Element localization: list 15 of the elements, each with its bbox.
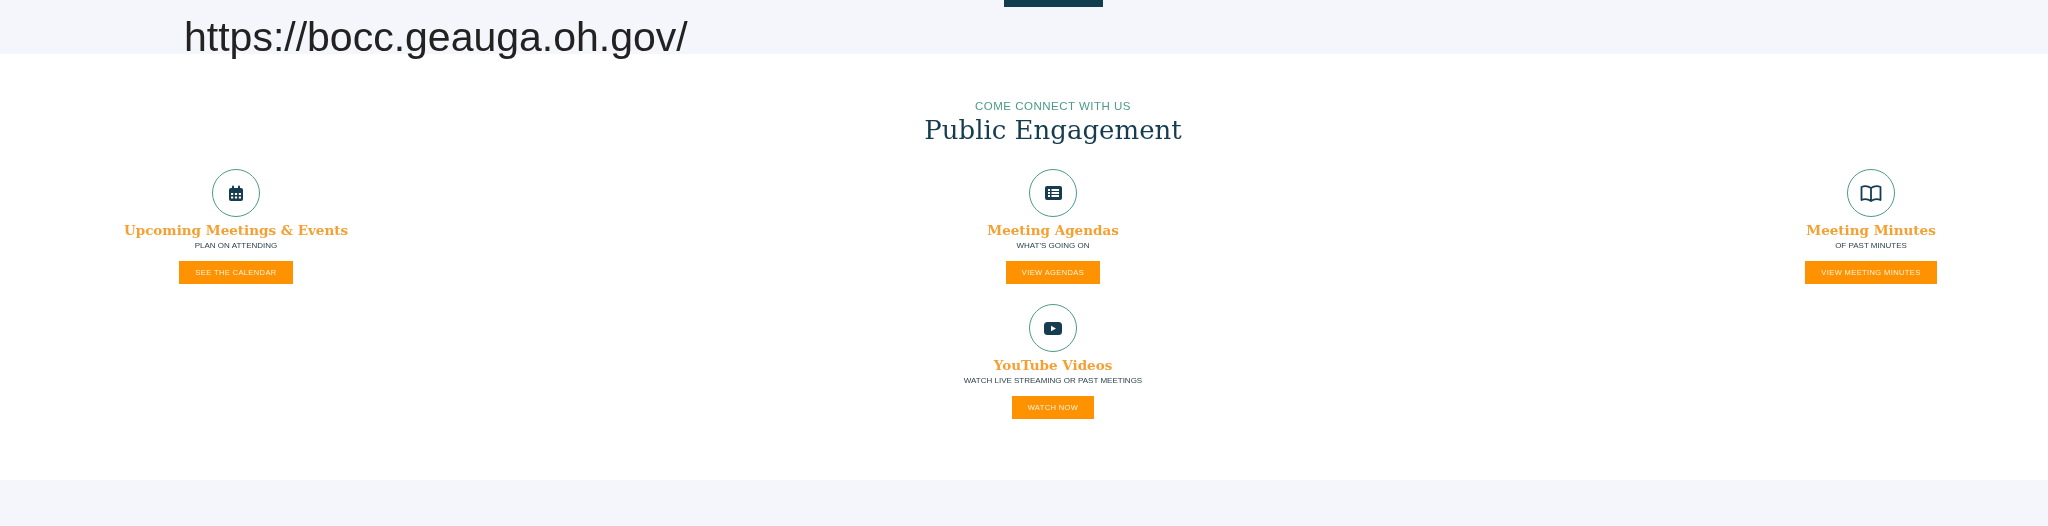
card-title: Meeting Agendas bbox=[987, 222, 1119, 238]
video-play-icon bbox=[1044, 321, 1062, 335]
calendar-icon bbox=[228, 184, 244, 202]
card-subtitle: PLAN ON ATTENDING bbox=[194, 241, 278, 250]
section-eyebrow: COME CONNECT WITH US bbox=[973, 100, 1133, 112]
book-icon bbox=[1860, 184, 1882, 202]
list-icon bbox=[1044, 186, 1062, 200]
card-title: Upcoming Meetings & Events bbox=[123, 222, 349, 238]
card-subtitle: WHAT'S GOING ON bbox=[1016, 241, 1090, 250]
section-title: Public Engagement bbox=[923, 115, 1183, 145]
card-title: Meeting Minutes bbox=[1806, 222, 1936, 238]
card-subtitle: WATCH LIVE STREAMING OR PAST MEETINGS bbox=[963, 376, 1143, 385]
card-subtitle: OF PAST MINUTES bbox=[1835, 241, 1907, 250]
url-text: https://bocc.geauga.oh.gov/ bbox=[184, 14, 688, 61]
card-title: YouTube Videos bbox=[993, 357, 1113, 373]
